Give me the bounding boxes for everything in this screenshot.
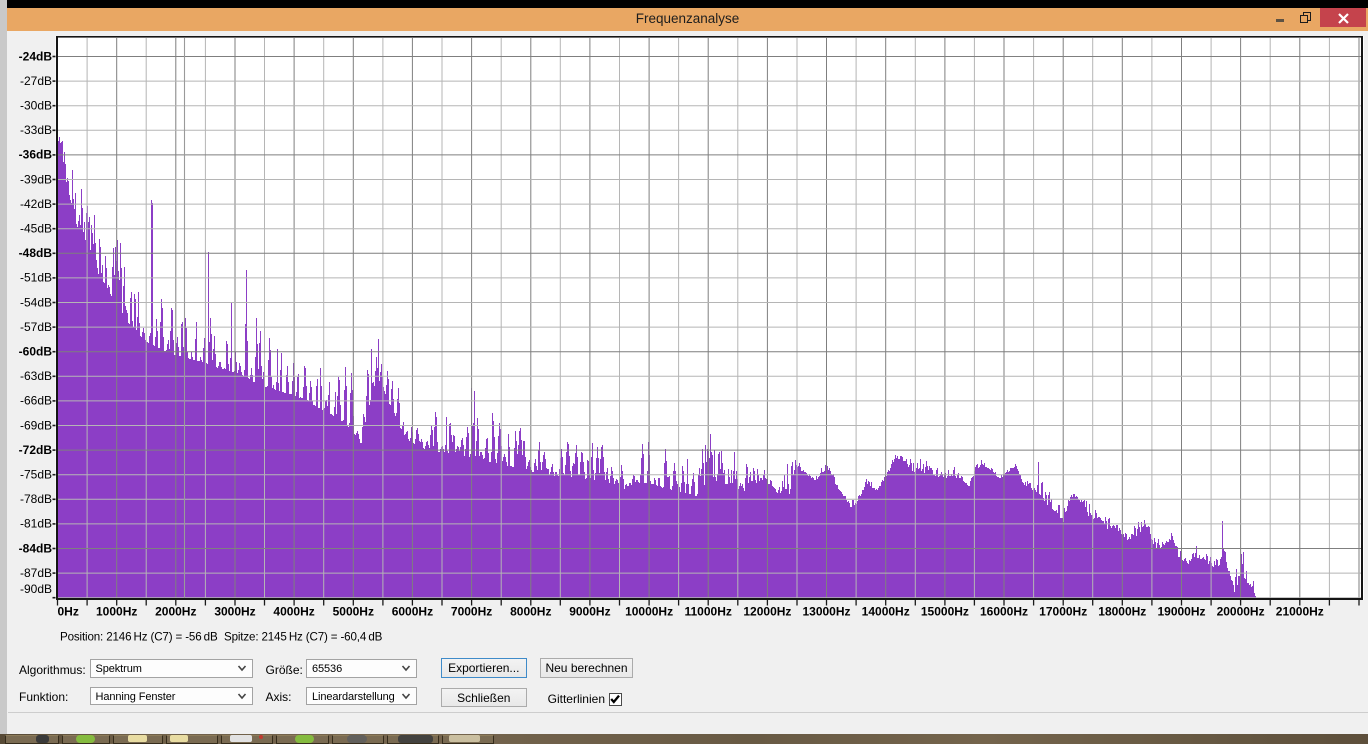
svg-text:7000Hz: 7000Hz — [451, 605, 492, 619]
svg-text:16000Hz: 16000Hz — [980, 605, 1028, 619]
svg-text:-87dB: -87dB — [20, 566, 52, 580]
svg-text:Spitze: 2145 Hz (C7) = -60,4 d: Spitze: 2145 Hz (C7) = -60,4 dB — [224, 631, 383, 644]
svg-text:-66dB: -66dB — [20, 394, 52, 408]
svg-text:8000Hz: 8000Hz — [510, 605, 551, 619]
svg-text:-39dB: -39dB — [20, 172, 52, 186]
svg-text:-36dB: -36dB — [19, 148, 53, 162]
svg-text:-60dB: -60dB — [19, 345, 53, 359]
svg-text:5000Hz: 5000Hz — [333, 605, 374, 619]
svg-text:3000Hz: 3000Hz — [214, 605, 255, 619]
svg-text:0Hz: 0Hz — [58, 605, 79, 619]
svg-text:-57dB: -57dB — [20, 320, 52, 334]
svg-text:-48dB: -48dB — [19, 246, 53, 260]
svg-text:-75dB: -75dB — [20, 468, 52, 482]
svg-text:Position: 2146 Hz (C7) = -56 d: Position: 2146 Hz (C7) = -56 dB — [60, 631, 218, 644]
svg-text:-63dB: -63dB — [20, 369, 52, 383]
svg-text:-54dB: -54dB — [20, 295, 52, 309]
svg-text:-90dB: -90dB — [20, 582, 52, 596]
svg-text:-81dB: -81dB — [20, 517, 52, 531]
svg-text:21000Hz: 21000Hz — [1276, 605, 1324, 619]
svg-text:9000Hz: 9000Hz — [569, 605, 610, 619]
svg-text:11000Hz: 11000Hz — [685, 605, 732, 619]
svg-text:15000Hz: 15000Hz — [921, 605, 969, 619]
svg-text:-45dB: -45dB — [20, 222, 52, 236]
svg-text:19000Hz: 19000Hz — [1157, 605, 1205, 619]
svg-text:-72dB: -72dB — [19, 443, 53, 457]
svg-text:1000Hz: 1000Hz — [96, 605, 137, 619]
svg-text:17000Hz: 17000Hz — [1039, 605, 1087, 619]
svg-text:-42dB: -42dB — [20, 197, 52, 211]
svg-text:-84dB: -84dB — [19, 541, 53, 555]
svg-text:20000Hz: 20000Hz — [1217, 605, 1265, 619]
svg-text:13000Hz: 13000Hz — [802, 605, 850, 619]
svg-text:6000Hz: 6000Hz — [392, 605, 433, 619]
svg-text:-27dB: -27dB — [20, 74, 52, 88]
svg-text:2000Hz: 2000Hz — [155, 605, 196, 619]
svg-text:18000Hz: 18000Hz — [1098, 605, 1146, 619]
svg-text:12000Hz: 12000Hz — [743, 605, 791, 619]
svg-text:-78dB: -78dB — [20, 492, 52, 506]
svg-text:-30dB: -30dB — [20, 99, 52, 113]
svg-text:-51dB: -51dB — [20, 271, 52, 285]
svg-text:14000Hz: 14000Hz — [862, 605, 910, 619]
svg-text:10000Hz: 10000Hz — [625, 605, 673, 619]
svg-text:-33dB: -33dB — [20, 123, 52, 137]
svg-text:-24dB: -24dB — [19, 49, 53, 63]
svg-text:-69dB: -69dB — [20, 418, 52, 432]
svg-text:4000Hz: 4000Hz — [273, 605, 314, 619]
